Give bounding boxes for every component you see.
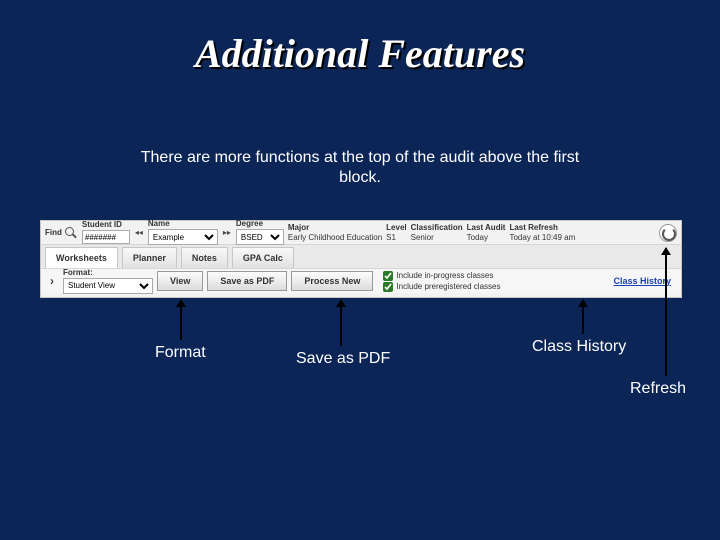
next-student-icon[interactable]: ▸▸ — [222, 227, 232, 239]
last-audit-value: Today — [467, 233, 506, 242]
annotation-refresh: Refresh — [630, 380, 686, 398]
audit-panel: Find Student ID ◂◂ Name Example ▸▸ Degre… — [40, 220, 682, 298]
include-inprogress-box[interactable] — [383, 271, 393, 281]
annotation-format: Format — [155, 344, 206, 362]
classification-label: Classification — [411, 224, 463, 232]
include-inprogress-label: Include in-progress classes — [396, 271, 493, 280]
include-inprogress-checkbox[interactable]: Include in-progress classes — [383, 271, 500, 281]
major-value: Early Childhood Education — [288, 233, 382, 242]
major-label: Major — [288, 224, 382, 232]
annotation-save-pdf: Save as PDF — [296, 350, 390, 368]
last-refresh-label: Last Refresh — [509, 224, 575, 232]
slide-subtitle: There are more functions at the top of t… — [120, 148, 600, 188]
magnifier-icon[interactable] — [64, 226, 78, 240]
name-label: Name — [148, 220, 218, 228]
include-prereg-box[interactable] — [383, 282, 393, 292]
find-label: Find — [45, 228, 62, 237]
prev-student-icon[interactable]: ◂◂ — [134, 227, 144, 239]
include-prereg-checkbox[interactable]: Include preregistered classes — [383, 282, 500, 292]
annotation-class-history: Class History — [532, 338, 626, 356]
name-select[interactable]: Example — [148, 229, 218, 245]
format-select[interactable]: Student View — [63, 278, 153, 294]
arrow-class-history — [582, 300, 584, 334]
classification-value: Senior — [411, 233, 463, 242]
class-history-link[interactable]: Class History — [613, 276, 671, 286]
student-id-label: Student ID — [82, 221, 130, 229]
student-id-input[interactable] — [82, 230, 130, 244]
arrow-format — [180, 300, 182, 340]
expand-caret-icon[interactable]: › — [45, 274, 59, 288]
arrow-refresh — [665, 248, 667, 376]
last-refresh-value: Today at 10:49 am — [509, 233, 575, 242]
tab-gpa-calc[interactable]: GPA Calc — [232, 247, 294, 268]
level-label: Level — [386, 224, 406, 232]
degree-label: Degree — [236, 220, 284, 228]
audit-info-row: Find Student ID ◂◂ Name Example ▸▸ Degre… — [41, 221, 681, 245]
tab-notes[interactable]: Notes — [181, 247, 228, 268]
process-new-button[interactable]: Process New — [291, 271, 373, 291]
view-button[interactable]: View — [157, 271, 203, 291]
tab-planner[interactable]: Planner — [122, 247, 177, 268]
level-value: S1 — [386, 233, 406, 242]
degree-select[interactable]: BSED — [236, 229, 284, 245]
tabs-row: Worksheets Planner Notes GPA Calc — [41, 245, 681, 269]
arrow-save-pdf — [340, 300, 342, 346]
refresh-icon[interactable] — [659, 224, 677, 242]
tab-worksheets[interactable]: Worksheets — [45, 247, 118, 268]
last-audit-label: Last Audit — [467, 224, 506, 232]
save-pdf-button[interactable]: Save as PDF — [207, 271, 287, 291]
slide-title: Additional Features — [0, 30, 720, 77]
include-prereg-label: Include preregistered classes — [396, 282, 500, 291]
format-label: Format: — [63, 269, 153, 277]
action-row: › Format: Student View View Save as PDF … — [41, 269, 681, 293]
